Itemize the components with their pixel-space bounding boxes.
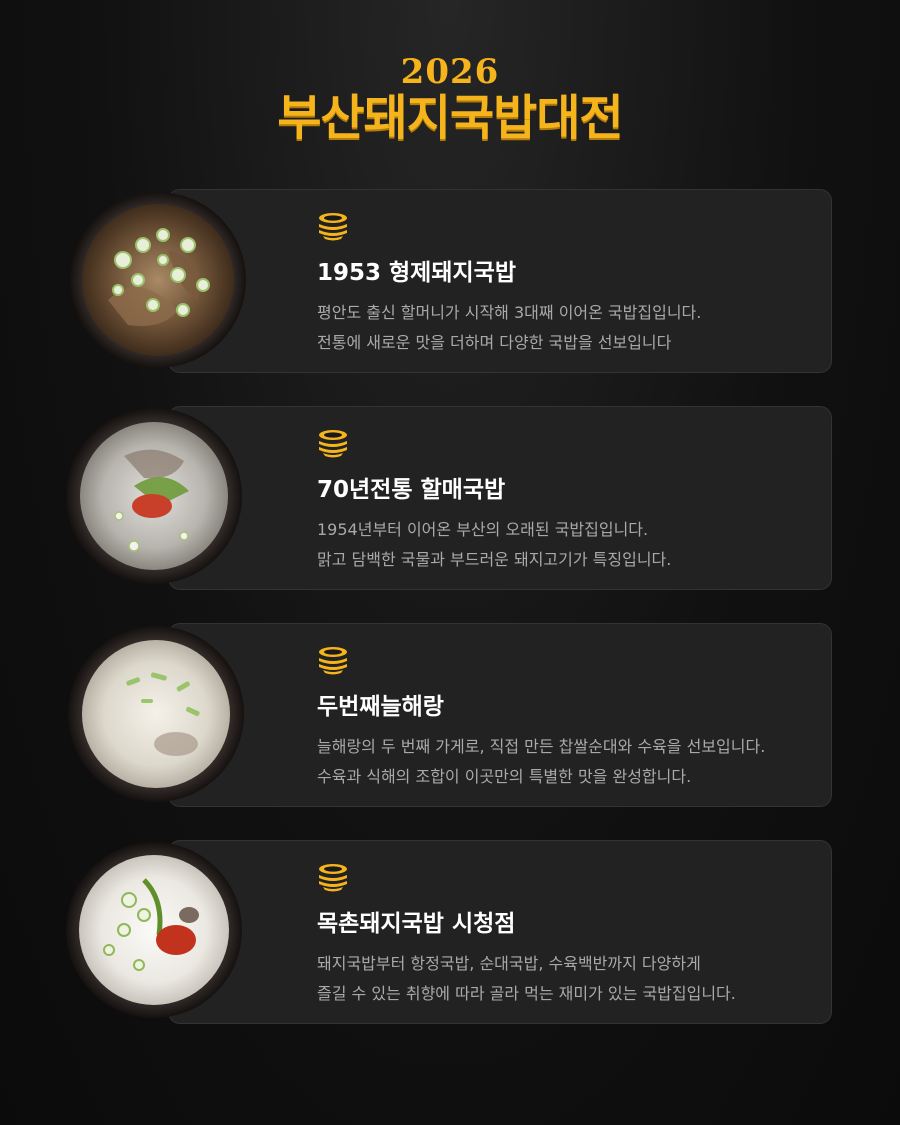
restaurant-name: 두번째늘해랑 — [317, 694, 444, 720]
restaurant-card[interactable]: 두번째늘해랑 늘해랑의 두 번째 가게로, 직접 만든 찹쌀순대와 수육을 선보… — [168, 623, 832, 807]
event-year: 2026 — [400, 52, 500, 92]
dark-broth-gukbap-photo — [70, 192, 246, 368]
header: 2026 부산돼지국밥대전 — [0, 52, 900, 146]
restaurant-card[interactable]: 1953 형제돼지국밥 평안도 출신 할머니가 시작해 3대째 이어온 국밥집입… — [168, 189, 832, 373]
restaurant-name: 70년전통 할매국밥 — [317, 477, 506, 503]
restaurant-card[interactable]: 목촌돼지국밥 시청점 돼지국밥부터 항정국밥, 순대국밥, 수육백반까지 다양하… — [168, 840, 832, 1024]
gukbap-bowl-icon — [317, 212, 349, 242]
gukbap-bowl-icon — [317, 863, 349, 893]
restaurant-card[interactable]: 70년전통 할매국밥 1954년부터 이어온 부산의 오래된 국밥집입니다. 맑… — [168, 406, 832, 590]
restaurant-name: 1953 형제돼지국밥 — [317, 260, 516, 286]
restaurant-name: 목촌돼지국밥 시청점 — [317, 911, 516, 937]
restaurant-description: 평안도 출신 할머니가 시작해 3대째 이어온 국밥집입니다. 전통에 새로운 … — [317, 303, 702, 352]
white-broth-gukbap-photo — [66, 842, 242, 1018]
restaurant-description: 1954년부터 이어온 부산의 오래된 국밥집입니다. 맑고 담백한 국물과 부… — [317, 520, 672, 569]
restaurant-description: 늘해랑의 두 번째 가게로, 직접 만든 찹쌀순대와 수육을 선보입니다. 수육… — [317, 737, 766, 786]
milky-broth-gukbap-photo — [68, 626, 244, 802]
gukbap-bowl-icon — [317, 646, 349, 676]
gukbap-bowl-icon — [317, 429, 349, 459]
clear-broth-gukbap-photo — [66, 408, 242, 584]
event-title: 부산돼지국밥대전 — [277, 90, 623, 146]
restaurant-description: 돼지국밥부터 항정국밥, 순대국밥, 수육백반까지 다양하게 즐길 수 있는 취… — [317, 954, 736, 1003]
